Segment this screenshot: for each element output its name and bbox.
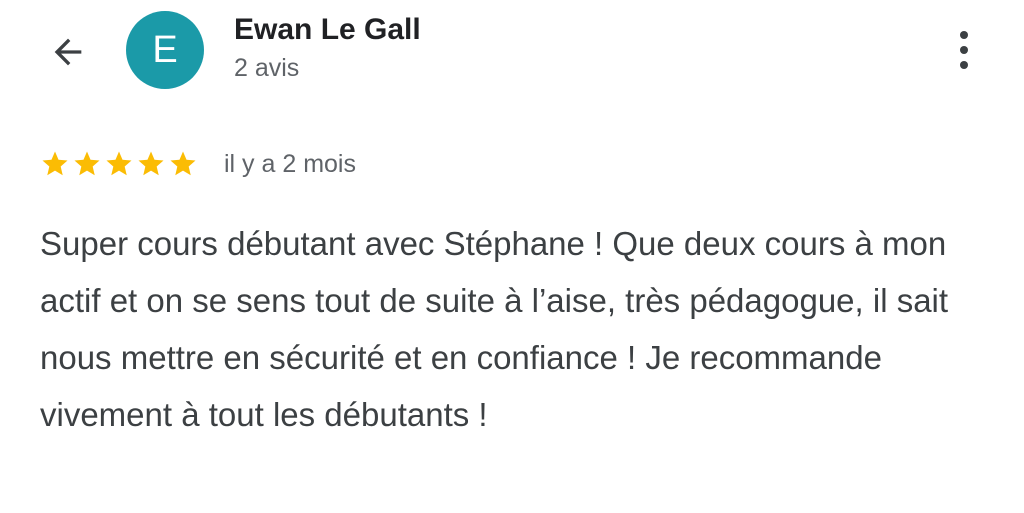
star-icon	[106, 151, 132, 176]
arrow-back-icon	[54, 38, 82, 66]
avatar-letter: E	[152, 28, 178, 71]
star-icon	[74, 151, 100, 176]
user-name[interactable]: Ewan Le Gall	[234, 13, 421, 47]
star-icon	[170, 151, 196, 176]
back-button[interactable]	[40, 24, 96, 80]
more-vert-icon-dot	[960, 61, 968, 69]
more-vert-icon	[960, 31, 968, 39]
star-icon	[42, 151, 68, 176]
star-icon	[138, 151, 164, 176]
star-rating	[40, 149, 198, 179]
review-time: il y a 2 mois	[224, 149, 356, 178]
review-header: E Ewan Le Gall 2 avis	[0, 0, 1024, 110]
user-review-count: 2 avis	[234, 54, 300, 82]
review-text: Super cours débutant avec Stéphane ! Que…	[40, 225, 949, 433]
rating-row: il y a 2 mois	[40, 146, 356, 182]
more-vert-icon-dot	[960, 46, 968, 54]
more-options-button[interactable]	[940, 26, 988, 74]
avatar[interactable]: E	[126, 11, 204, 89]
